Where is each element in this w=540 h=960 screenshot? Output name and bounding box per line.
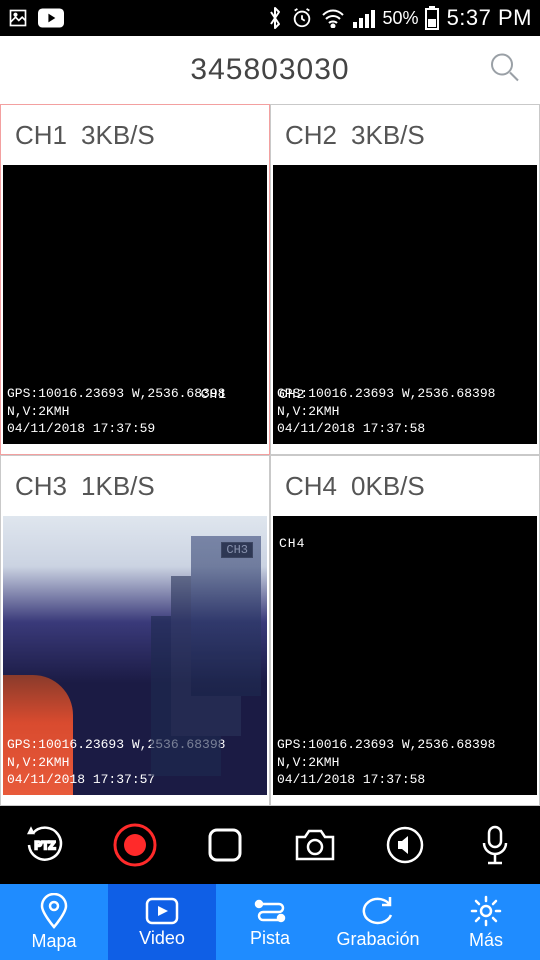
app-header: 345803030 — [0, 36, 540, 104]
tile-header: CH3 1KB/S — [1, 456, 269, 516]
microphone-icon — [480, 823, 510, 867]
route-icon — [253, 896, 287, 926]
battery-icon — [425, 6, 439, 30]
refresh-icon — [360, 895, 396, 927]
stop-icon — [207, 827, 243, 863]
search-icon — [488, 51, 522, 85]
cell-signal-icon — [353, 8, 375, 28]
search-button[interactable] — [488, 51, 522, 90]
bluetooth-icon — [267, 6, 283, 30]
ptz-button[interactable]: PTZ — [19, 819, 71, 871]
picture-icon — [8, 8, 28, 28]
nav-label: Video — [139, 928, 185, 949]
record-icon — [113, 823, 157, 867]
channel-tile-ch3[interactable]: CH3 1KB/S CH3 GPS:10016.23693 W,2536.683… — [0, 455, 270, 806]
channel-rate: 3KB/S — [351, 120, 425, 151]
osd-timestamp: 04/11/2018 17:37:58 — [277, 420, 533, 438]
osd-gps: GPS:10016.23693 W,2536.68398 N,V:2KMH — [277, 736, 533, 771]
record-button[interactable] — [109, 819, 161, 871]
bottom-nav: Mapa Video Pista Grabación Más — [0, 884, 540, 960]
nav-pista[interactable]: Pista — [216, 884, 324, 960]
osd-channel-label: CH4 — [279, 536, 305, 551]
osd-overlay: GPS:10016.23693 W,2536.68398 N,V:2KMH 04… — [277, 736, 533, 789]
youtube-icon — [38, 8, 64, 28]
nav-label: Más — [469, 930, 503, 951]
tile-header: CH2 3KB/S — [271, 105, 539, 165]
nav-mas[interactable]: Más — [432, 884, 540, 960]
nav-label: Pista — [250, 928, 290, 949]
channel-name: CH2 — [285, 120, 337, 151]
video-feed-ch3[interactable]: CH3 GPS:10016.23693 W,2536.68398 N,V:2KM… — [3, 516, 267, 795]
osd-timestamp: 04/11/2018 17:37:58 — [277, 771, 533, 789]
nav-label: Mapa — [31, 931, 76, 952]
nav-video[interactable]: Video — [108, 884, 216, 960]
ptz-icon: PTZ — [21, 821, 69, 869]
alarm-icon — [291, 7, 313, 29]
map-pin-icon — [39, 893, 69, 929]
osd-gps: GPS:10016.23693 W,2536.68398 N,V:2KMH — [7, 736, 263, 771]
osd-timestamp: 04/11/2018 17:37:57 — [7, 771, 263, 789]
speaker-icon — [385, 825, 425, 865]
channel-rate: 1KB/S — [81, 471, 155, 502]
mic-button[interactable] — [469, 819, 521, 871]
video-feed-ch1[interactable]: CH1 GPS:10016.23693 W,2536.68398 N,V:2KM… — [3, 165, 267, 444]
gear-icon — [469, 894, 503, 928]
osd-channel-label: CH3 — [221, 542, 253, 558]
nav-mapa[interactable]: Mapa — [0, 884, 108, 960]
channel-rate: 0KB/S — [351, 471, 425, 502]
audio-button[interactable] — [379, 819, 431, 871]
camera-icon — [293, 827, 337, 863]
channel-tile-ch1[interactable]: CH1 3KB/S CH1 GPS:10016.23693 W,2536.683… — [0, 104, 270, 455]
osd-overlay: GPS:10016.23693 W,2536.68398 N,V:2KMH 04… — [7, 385, 263, 438]
battery-indicator: 50% — [383, 6, 439, 30]
video-icon — [144, 896, 180, 926]
channel-tile-ch2[interactable]: CH2 3KB/S CH2 GPS:10016.23693 W,2536.683… — [270, 104, 540, 455]
osd-overlay: GPS:10016.23693 W,2536.68398 N,V:2KMH 04… — [7, 736, 263, 789]
camera-grid: CH1 3KB/S CH1 GPS:10016.23693 W,2536.683… — [0, 104, 540, 806]
stop-button[interactable] — [199, 819, 251, 871]
wifi-icon — [321, 8, 345, 28]
channel-name: CH4 — [285, 471, 337, 502]
nav-label: Grabación — [336, 929, 419, 950]
svg-text:PTZ: PTZ — [35, 840, 56, 852]
channel-rate: 3KB/S — [81, 120, 155, 151]
nav-grabacion[interactable]: Grabación — [324, 884, 432, 960]
video-feed-ch2[interactable]: CH2 GPS:10016.23693 W,2536.68398 N,V:2KM… — [273, 165, 537, 444]
osd-overlay: GPS:10016.23693 W,2536.68398 N,V:2KMH 04… — [277, 385, 533, 438]
video-toolbar: PTZ — [0, 806, 540, 884]
tile-header: CH4 0KB/S — [271, 456, 539, 516]
channel-name: CH3 — [15, 471, 67, 502]
osd-timestamp: 04/11/2018 17:37:59 — [7, 420, 263, 438]
osd-gps: GPS:10016.23693 W,2536.68398 N,V:2KMH — [277, 385, 533, 420]
page-title: 345803030 — [190, 53, 349, 87]
battery-pct: 50% — [383, 8, 419, 29]
channel-tile-ch4[interactable]: CH4 0KB/S CH4 GPS:10016.23693 W,2536.683… — [270, 455, 540, 806]
android-statusbar: 50% 5:37 PM — [0, 0, 540, 36]
video-feed-ch4[interactable]: CH4 GPS:10016.23693 W,2536.68398 N,V:2KM… — [273, 516, 537, 795]
status-time: 5:37 PM — [447, 5, 532, 31]
osd-gps: GPS:10016.23693 W,2536.68398 N,V:2KMH — [7, 385, 263, 420]
snapshot-button[interactable] — [289, 819, 341, 871]
channel-name: CH1 — [15, 120, 67, 151]
tile-header: CH1 3KB/S — [1, 105, 269, 165]
